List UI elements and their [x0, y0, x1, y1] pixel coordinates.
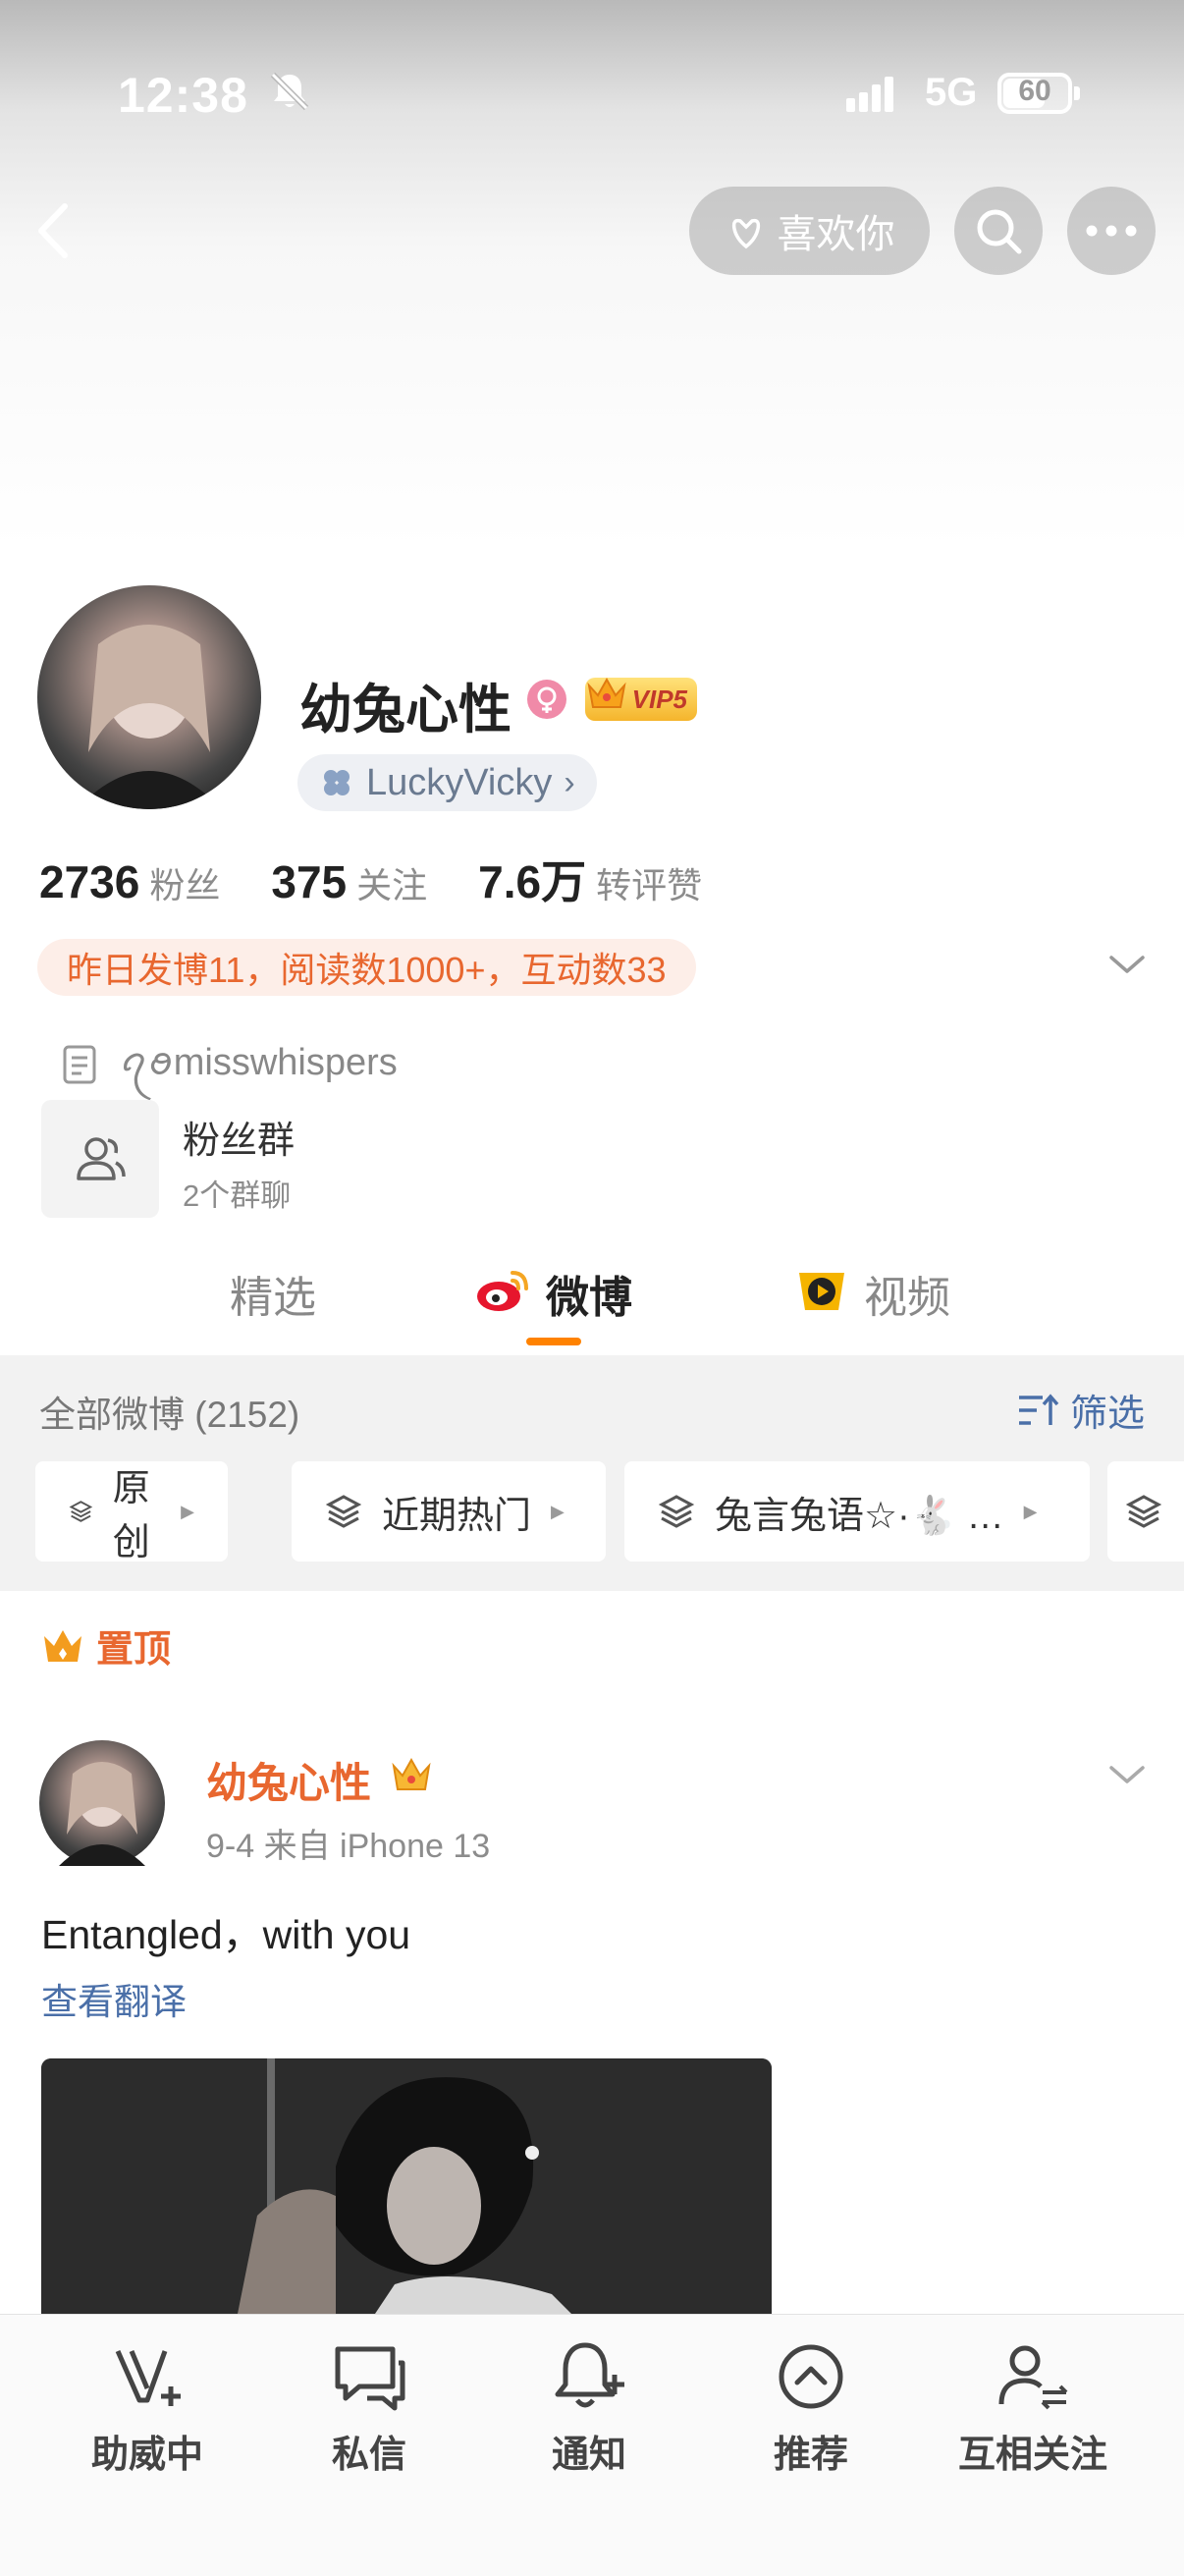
pinned-label-row: 置顶 [41, 1618, 171, 1672]
video-play-icon [799, 1273, 844, 1310]
battery-icon: 60 [997, 73, 1072, 114]
group-icon [77, 1137, 126, 1180]
chip-recent-hot-label: 近期热门 [382, 1495, 532, 1537]
like-you-button[interactable]: 喜欢你 [689, 187, 930, 275]
bell-off-icon [270, 72, 309, 111]
interactions-label: 转评赞 [596, 865, 703, 905]
profile-name: 幼兔心性 [299, 681, 511, 740]
nav-cheer-label: 助威中 [90, 2435, 203, 2476]
document-icon [63, 1045, 96, 1084]
all-posts-count: 全部微博 (2152) [39, 1395, 300, 1435]
nav-mutual-follow-label: 互相关注 [957, 2435, 1107, 2476]
fan-group-button[interactable] [41, 1100, 159, 1218]
weibo-logo-icon [477, 1271, 528, 1311]
bell-plus-icon [555, 2342, 624, 2408]
layers-icon [1125, 1495, 1162, 1528]
signal-icon [846, 77, 897, 112]
crown-icon [587, 677, 626, 708]
chip-arrow-icon: ▶ [551, 1501, 565, 1521]
vip-label: VIP5 [631, 684, 687, 714]
post-photo [41, 2058, 772, 2314]
more-button[interactable] [1067, 187, 1156, 275]
like-you-label: 喜欢你 [777, 213, 895, 256]
layers-icon [69, 1501, 93, 1522]
nav-notifications-label: 通知 [551, 2435, 626, 2476]
network-label: 5G [925, 71, 978, 114]
following-label[interactable]: 关注 [356, 857, 427, 908]
layers-icon [658, 1495, 695, 1528]
tab-video[interactable]: 视频 [864, 1262, 950, 1325]
back-icon[interactable] [29, 196, 79, 265]
filter-button[interactable]: 筛选 [1017, 1383, 1145, 1437]
vip-crown-icon [392, 1757, 431, 1790]
pinned-label: 置顶 [96, 1629, 172, 1671]
nav-messages[interactable]: 私信 [271, 2337, 467, 2478]
more-icon [1086, 225, 1137, 237]
profile-stats: 2736 粉丝 375 关注 7.6万 转评赞 [39, 847, 753, 911]
nav-messages-label: 私信 [331, 2435, 406, 2476]
post-text: Entangled，with you [41, 1912, 411, 1957]
chip-original[interactable]: 原创 ▶ [35, 1461, 228, 1563]
chip-recent-hot[interactable]: 近期热门 ▶ [292, 1461, 606, 1562]
nav-mutual-follow[interactable]: 互相关注 [935, 2337, 1131, 2478]
fan-group-subtitle: 2个群聊 [183, 1178, 292, 1213]
user-swap-icon [998, 2345, 1068, 2410]
chevron-right-icon: › [564, 763, 575, 801]
activity-summary: 昨日发博11，阅读数1000+，互动数33 [37, 939, 696, 996]
post-meta: 9-4 来自 iPhone 13 [206, 1828, 491, 1865]
tab-featured[interactable]: 精选 [230, 1262, 316, 1325]
avatar-image [77, 625, 222, 809]
following-count[interactable]: 375 [271, 855, 347, 908]
post-author-name[interactable]: 幼兔心性 [206, 1750, 371, 1810]
filter-icon [1019, 1393, 1059, 1425]
interactions-count: 7.6万 [478, 856, 587, 907]
nav-notifications[interactable]: 通知 [491, 2337, 687, 2478]
chip-rabbit-talk-label: 兔言兔语☆·🐇 … [715, 1495, 1004, 1537]
battery-level: 60 [1018, 75, 1051, 107]
female-icon [527, 680, 566, 719]
chip-arrow-icon: ▶ [181, 1501, 194, 1521]
search-button[interactable] [954, 187, 1043, 275]
fan-badge-label: LuckyVicky [366, 761, 553, 803]
chip-rabbit-talk[interactable]: 兔言兔语☆·🐇 … ▶ [624, 1461, 1090, 1562]
chip-arrow-icon: ▶ [1023, 1501, 1038, 1521]
heart-hands-icon [731, 218, 760, 249]
battery-tip [1074, 86, 1080, 100]
nav-cheer[interactable]: 助威中 [49, 2337, 245, 2478]
chevron-down-icon[interactable] [1105, 948, 1149, 981]
post-author-avatar[interactable] [39, 1740, 165, 1866]
filter-label: 筛选 [1070, 1394, 1146, 1435]
followers-count[interactable]: 2736 [39, 855, 139, 908]
post-image[interactable] [41, 2058, 772, 2314]
tab-active-indicator [526, 1338, 581, 1345]
chat-icon [335, 2346, 405, 2411]
chip-more[interactable] [1107, 1461, 1184, 1562]
nav-recommend-label: 推荐 [773, 2435, 848, 2476]
layers-icon [325, 1495, 362, 1528]
chip-original-label: 原创 [112, 1468, 150, 1563]
fan-group-title[interactable]: 粉丝群 [183, 1110, 295, 1164]
tab-weibo[interactable]: 微博 [546, 1262, 632, 1325]
description-text: ꪖꪮmisswhispers [120, 1042, 398, 1083]
clover-icon [324, 770, 350, 795]
status-time: 12:38 [118, 68, 248, 123]
profile-avatar[interactable] [37, 585, 261, 809]
search-icon [977, 209, 1022, 254]
chevron-up-circle-icon [779, 2344, 843, 2409]
translate-link[interactable]: 查看翻译 [41, 1972, 187, 2025]
chevron-down-icon[interactable] [1105, 1758, 1149, 1791]
followers-label[interactable]: 粉丝 [149, 857, 220, 908]
nav-recommend[interactable]: 推荐 [713, 2337, 909, 2478]
crown-icon [44, 1629, 81, 1662]
avatar-image [59, 1762, 145, 1866]
fan-badge-pill[interactable]: LuckyVicky › [297, 754, 597, 811]
v-plus-icon [115, 2349, 181, 2406]
profile-description: ꪖꪮmisswhispers [61, 1025, 398, 1104]
